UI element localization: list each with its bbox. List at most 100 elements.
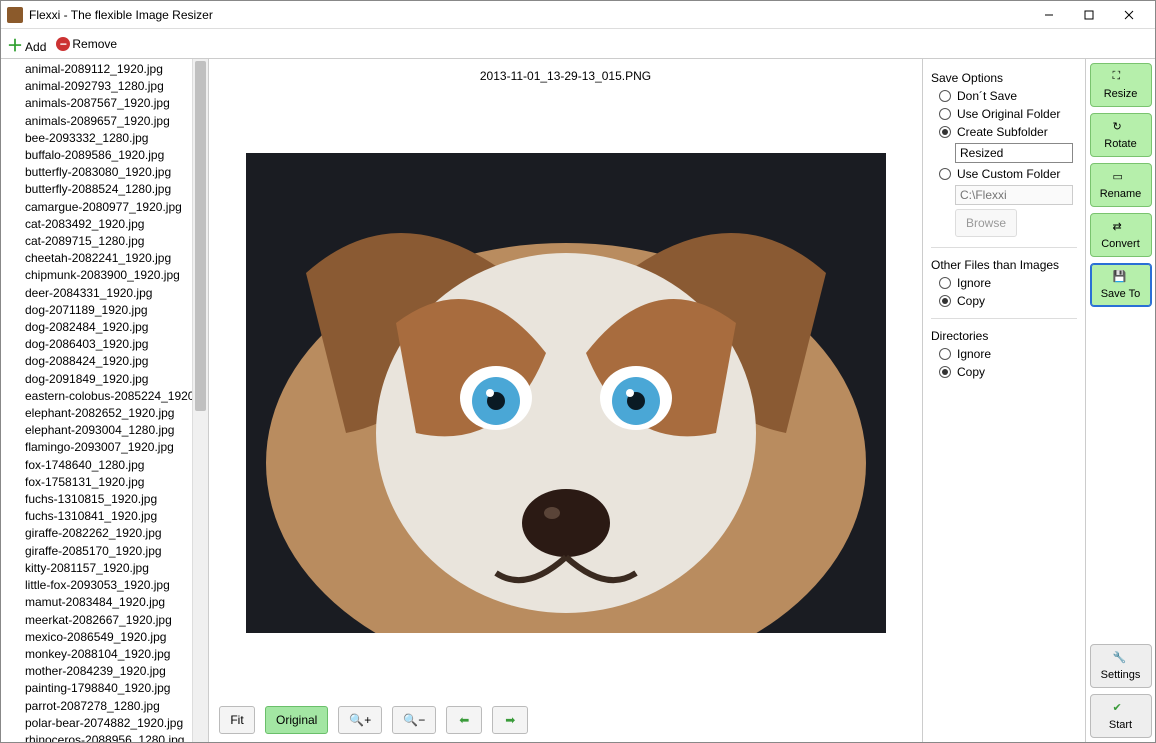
settings-icon: 🔧 <box>1113 651 1129 667</box>
list-item[interactable]: little-fox-2093053_1920.jpg <box>1 577 192 594</box>
zoom-in-icon: 🔍+ <box>349 713 371 727</box>
maximize-button[interactable] <box>1069 3 1109 27</box>
other-files-header: Other Files than Images <box>931 258 1077 272</box>
radio-other-copy[interactable]: Copy <box>939 294 1077 308</box>
list-item[interactable]: dog-2088424_1920.jpg <box>1 353 192 370</box>
settings-action[interactable]: 🔧 Settings <box>1090 644 1152 688</box>
save-to-action[interactable]: 💾Save To <box>1090 263 1152 307</box>
list-item[interactable]: butterfly-2088524_1280.jpg <box>1 181 192 198</box>
file-list[interactable]: animal-2089112_1920.jpganimal-2092793_12… <box>1 59 192 742</box>
convert-action[interactable]: ⇄Convert <box>1090 213 1152 257</box>
list-item[interactable]: kitty-2081157_1920.jpg <box>1 560 192 577</box>
list-item[interactable]: cat-2083492_1920.jpg <box>1 216 192 233</box>
list-item[interactable]: giraffe-2085170_1920.jpg <box>1 543 192 560</box>
preview-canvas <box>209 87 922 698</box>
rename-icon: ▭ <box>1113 170 1129 186</box>
list-item[interactable]: animal-2092793_1280.jpg <box>1 78 192 95</box>
fit-button[interactable]: Fit <box>219 706 255 734</box>
list-item[interactable]: fuchs-1310841_1920.jpg <box>1 508 192 525</box>
next-button[interactable]: ➡ <box>492 706 528 734</box>
prev-button[interactable]: ⬅ <box>446 706 482 734</box>
action-label: Save To <box>1101 288 1141 300</box>
list-item[interactable]: parrot-2087278_1280.jpg <box>1 698 192 715</box>
list-item[interactable]: deer-2084331_1920.jpg <box>1 285 192 302</box>
file-list-scrollbar[interactable] <box>192 59 208 742</box>
list-item[interactable]: mexico-2086549_1920.jpg <box>1 629 192 646</box>
radio-use-original[interactable]: Use Original Folder <box>939 107 1077 121</box>
radio-dir-ignore[interactable]: Ignore <box>939 347 1077 361</box>
list-item[interactable]: cat-2089715_1280.jpg <box>1 233 192 250</box>
radio-icon <box>939 126 951 138</box>
action-label: Start <box>1109 719 1132 731</box>
list-item[interactable]: rhinoceros-2088956_1280.jpg <box>1 732 192 742</box>
list-item[interactable]: monkey-2088104_1920.jpg <box>1 646 192 663</box>
radio-use-custom[interactable]: Use Custom Folder <box>939 167 1077 181</box>
action-label: Rename <box>1100 188 1142 200</box>
list-item[interactable]: meerkat-2082667_1920.jpg <box>1 612 192 629</box>
preview-image <box>246 153 886 633</box>
list-item[interactable]: chipmunk-2083900_1920.jpg <box>1 267 192 284</box>
remove-button[interactable]: −Remove <box>56 37 117 51</box>
subfolder-input[interactable] <box>955 143 1073 163</box>
list-item[interactable]: buffalo-2089586_1920.jpg <box>1 147 192 164</box>
preview-pane: 2013-11-01_13-29-13_015.PNG <box>209 59 923 742</box>
rename-action[interactable]: ▭ Rename <box>1090 163 1152 207</box>
resize-action[interactable]: ⛶Resize <box>1090 63 1152 107</box>
browse-button: Browse <box>955 209 1017 237</box>
zoom-in-button[interactable]: 🔍+ <box>338 706 382 734</box>
list-item[interactable]: dog-2082484_1920.jpg <box>1 319 192 336</box>
add-button[interactable]: ＋Add <box>7 32 46 56</box>
list-item[interactable]: elephant-2093004_1280.jpg <box>1 422 192 439</box>
action-column: ⛶Resize ↻Rotate ▭ Rename ⇄Convert 💾Save T… <box>1085 59 1155 742</box>
list-item[interactable]: painting-1798840_1920.jpg <box>1 680 192 697</box>
list-item[interactable]: elephant-2082652_1920.jpg <box>1 405 192 422</box>
main-area: animal-2089112_1920.jpganimal-2092793_12… <box>1 59 1155 742</box>
radio-dir-copy[interactable]: Copy <box>939 365 1077 379</box>
list-item[interactable]: eastern-colobus-2085224_1920.jpg <box>1 388 192 405</box>
convert-icon: ⇄ <box>1113 220 1129 236</box>
radio-label: Copy <box>957 294 985 308</box>
radio-create-subfolder[interactable]: Create Subfolder <box>939 125 1077 139</box>
save-options-header: Save Options <box>931 71 1077 85</box>
list-item[interactable]: dog-2091849_1920.jpg <box>1 371 192 388</box>
list-item[interactable]: fox-1748640_1280.jpg <box>1 457 192 474</box>
radio-other-ignore[interactable]: Ignore <box>939 276 1077 290</box>
list-item[interactable]: dog-2071189_1920.jpg <box>1 302 192 319</box>
action-label: Settings <box>1101 669 1141 681</box>
list-item[interactable]: bee-2093332_1280.jpg <box>1 130 192 147</box>
minimize-button[interactable] <box>1029 3 1069 27</box>
list-item[interactable]: fuchs-1310815_1920.jpg <box>1 491 192 508</box>
list-item[interactable]: mamut-2083484_1920.jpg <box>1 594 192 611</box>
scrollbar-thumb[interactable] <box>195 61 206 411</box>
remove-label: Remove <box>72 37 117 51</box>
list-item[interactable]: giraffe-2082262_1920.jpg <box>1 525 192 542</box>
options-body: Save Options Don´t Save Use Original Fol… <box>923 59 1085 742</box>
close-button[interactable] <box>1109 3 1149 27</box>
radio-dont-save[interactable]: Don´t Save <box>939 89 1077 103</box>
action-label: Resize <box>1104 88 1138 100</box>
list-item[interactable]: animal-2089112_1920.jpg <box>1 61 192 78</box>
original-button[interactable]: Original <box>265 706 328 734</box>
radio-label: Ignore <box>957 276 991 290</box>
list-item[interactable]: animals-2089657_1920.jpg <box>1 113 192 130</box>
arrow-right-icon: ➡ <box>505 713 515 727</box>
list-item[interactable]: fox-1758131_1920.jpg <box>1 474 192 491</box>
list-item[interactable]: animals-2087567_1920.jpg <box>1 95 192 112</box>
radio-icon <box>939 348 951 360</box>
list-item[interactable]: cheetah-2082241_1920.jpg <box>1 250 192 267</box>
list-item[interactable]: dog-2086403_1920.jpg <box>1 336 192 353</box>
start-action[interactable]: ✔Start <box>1090 694 1152 738</box>
zoom-out-button[interactable]: 🔍− <box>392 706 436 734</box>
preview-filename: 2013-11-01_13-29-13_015.PNG <box>209 59 922 87</box>
list-item[interactable]: flamingo-2093007_1920.jpg <box>1 439 192 456</box>
list-item[interactable]: polar-bear-2074882_1920.jpg <box>1 715 192 732</box>
minus-icon: − <box>56 37 70 51</box>
list-item[interactable]: mother-2084239_1920.jpg <box>1 663 192 680</box>
radio-label: Don´t Save <box>957 89 1017 103</box>
arrow-left-icon: ⬅ <box>459 713 469 727</box>
list-item[interactable]: butterfly-2083080_1920.jpg <box>1 164 192 181</box>
list-item[interactable]: camargue-2080977_1920.jpg <box>1 199 192 216</box>
file-list-pane: animal-2089112_1920.jpganimal-2092793_12… <box>1 59 209 742</box>
separator <box>931 247 1077 248</box>
rotate-action[interactable]: ↻Rotate <box>1090 113 1152 157</box>
